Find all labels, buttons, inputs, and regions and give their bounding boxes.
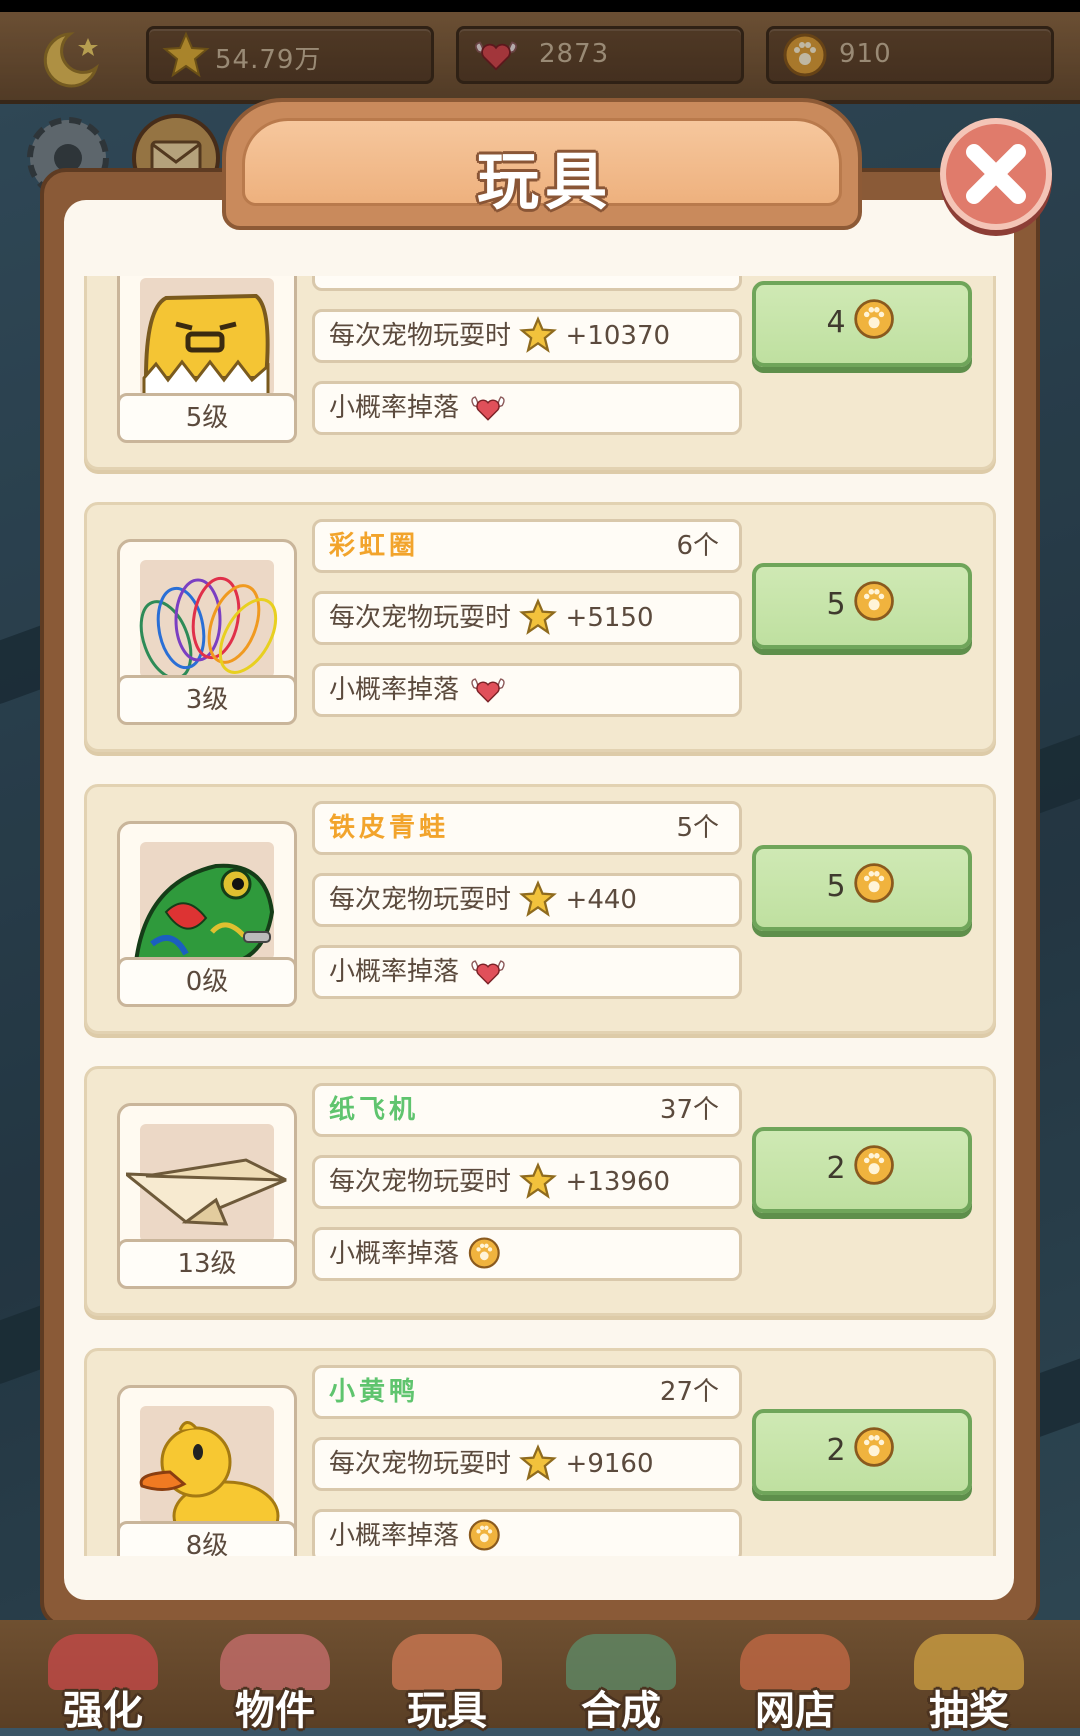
effect-field: 每次宠物玩耍时 +10370: [312, 309, 742, 363]
paw-coin-icon: [853, 299, 894, 339]
modal-title: 玩具: [476, 145, 613, 218]
effect-field: 每次宠物玩耍时 +13960: [312, 1155, 742, 1209]
nav-label: 强化: [63, 1688, 143, 1734]
toy-list[interactable]: 5级 抱枕 2个 每次宠物玩耍时 +10370 小概率掉落 4: [84, 276, 996, 1556]
close-button[interactable]: [940, 118, 1052, 230]
winged-heart-icon: [471, 395, 505, 421]
toy-count: 27个: [659, 1377, 719, 1407]
star-icon: [519, 1161, 558, 1199]
effect-field: 每次宠物玩耍时 +9160: [312, 1437, 742, 1491]
price: 2: [826, 1433, 846, 1468]
effect-label: 每次宠物玩耍时: [329, 603, 512, 633]
toy-count: 37个: [659, 1095, 719, 1125]
toy-name-field: 纸飞机 37个: [312, 1083, 742, 1137]
effect-label: 每次宠物玩耍时: [329, 885, 512, 915]
toy-card: 5级 抱枕 2个 每次宠物玩耍时 +10370 小概率掉落 4: [84, 276, 996, 470]
toy-name-field: 彩虹圈 6个: [312, 519, 742, 573]
toy-card: 13级 纸飞机 37个 每次宠物玩耍时 +13960 小概率掉落 2: [84, 1066, 996, 1316]
level-tag: 8级: [117, 1521, 297, 1556]
modal-title-plate: 玩具: [222, 98, 862, 230]
nav-label: 网店: [755, 1688, 835, 1734]
nav-label: 物件: [235, 1688, 315, 1734]
effect-value: +5150: [565, 603, 654, 633]
buy-button[interactable]: 5: [752, 563, 972, 649]
nav-toys[interactable]: 玩具: [372, 1634, 522, 1734]
nav-label: 抽奖: [929, 1688, 1009, 1734]
effect-field: 每次宠物玩耍时 +440: [312, 873, 742, 927]
buy-button[interactable]: 2: [752, 1409, 972, 1495]
price: 5: [826, 869, 846, 904]
toy-count: 5个: [676, 813, 719, 843]
drop-field: 小概率掉落: [312, 1509, 742, 1556]
bottom-nav: 强化 物件 玩具 合成 网店 抽奖: [0, 1620, 1080, 1734]
paw-coin-icon: [853, 1427, 894, 1467]
drop-field: 小概率掉落: [312, 381, 742, 435]
star-icon: [519, 879, 558, 917]
toy-name: 铁皮青蛙: [329, 813, 450, 843]
nav-items[interactable]: 物件: [200, 1634, 350, 1734]
effect-value: +13960: [565, 1167, 671, 1197]
drop-label: 小概率掉落: [329, 675, 460, 705]
effect-label: 每次宠物玩耍时: [329, 1449, 512, 1479]
toy-name: 纸飞机: [329, 1095, 420, 1125]
drop-label: 小概率掉落: [329, 1521, 460, 1551]
drop-field: 小概率掉落: [312, 1227, 742, 1281]
toy-count: 2个: [676, 276, 719, 288]
paw-coin-icon: [469, 1237, 501, 1268]
star-icon: [519, 315, 558, 353]
toy-name: 抱枕: [329, 276, 389, 279]
price: 2: [826, 1151, 846, 1186]
toy-count: 6个: [676, 531, 719, 561]
nav-craft[interactable]: 合成: [546, 1634, 696, 1734]
drop-label: 小概率掉落: [329, 957, 460, 987]
toy-name-field: 抱枕 2个: [312, 276, 742, 291]
paw-coin-icon: [853, 581, 894, 621]
effect-field: 每次宠物玩耍时 +5150: [312, 591, 742, 645]
winged-heart-icon: [471, 959, 505, 985]
star-icon: [519, 597, 558, 635]
price: 5: [826, 587, 846, 622]
buy-button[interactable]: 2: [752, 1127, 972, 1213]
level-tag: 3级: [117, 675, 297, 725]
level-tag: 5级: [117, 393, 297, 443]
star-icon: [519, 1443, 558, 1481]
paw-coin-icon: [853, 863, 894, 903]
effect-value: +10370: [565, 321, 671, 351]
drop-label: 小概率掉落: [329, 393, 460, 423]
drop-field: 小概率掉落: [312, 945, 742, 999]
effect-label: 每次宠物玩耍时: [329, 321, 512, 351]
nav-upgrade[interactable]: 强化: [28, 1634, 178, 1734]
drop-field: 小概率掉落: [312, 663, 742, 717]
toy-name: 小黄鸭: [329, 1377, 420, 1407]
toy-card: 0级 铁皮青蛙 5个 每次宠物玩耍时 +440 小概率掉落 5: [84, 784, 996, 1034]
paw-coin-icon: [469, 1519, 501, 1550]
effect-label: 每次宠物玩耍时: [329, 1167, 512, 1197]
nav-lottery[interactable]: 抽奖: [894, 1634, 1044, 1734]
buy-button[interactable]: 5: [752, 845, 972, 931]
level-tag: 0级: [117, 957, 297, 1007]
level-tag: 13级: [117, 1239, 297, 1289]
toy-card: 3级 彩虹圈 6个 每次宠物玩耍时 +5150 小概率掉落 5: [84, 502, 996, 752]
toy-name-field: 铁皮青蛙 5个: [312, 801, 742, 855]
nav-label: 合成: [581, 1688, 661, 1734]
winged-heart-icon: [471, 677, 505, 703]
effect-value: +440: [565, 885, 637, 915]
toy-name-field: 小黄鸭 27个: [312, 1365, 742, 1419]
toy-card: 8级 小黄鸭 27个 每次宠物玩耍时 +9160 小概率掉落 2: [84, 1348, 996, 1556]
drop-label: 小概率掉落: [329, 1239, 460, 1269]
status-bar: [0, 0, 1080, 12]
effect-value: +9160: [565, 1449, 654, 1479]
close-icon: [966, 144, 1026, 204]
nav-label: 玩具: [407, 1688, 487, 1734]
buy-button[interactable]: 4: [752, 281, 972, 367]
nav-shop[interactable]: 网店: [720, 1634, 870, 1734]
toy-name: 彩虹圈: [329, 531, 420, 561]
paw-coin-icon: [853, 1145, 894, 1185]
price: 4: [826, 305, 846, 340]
